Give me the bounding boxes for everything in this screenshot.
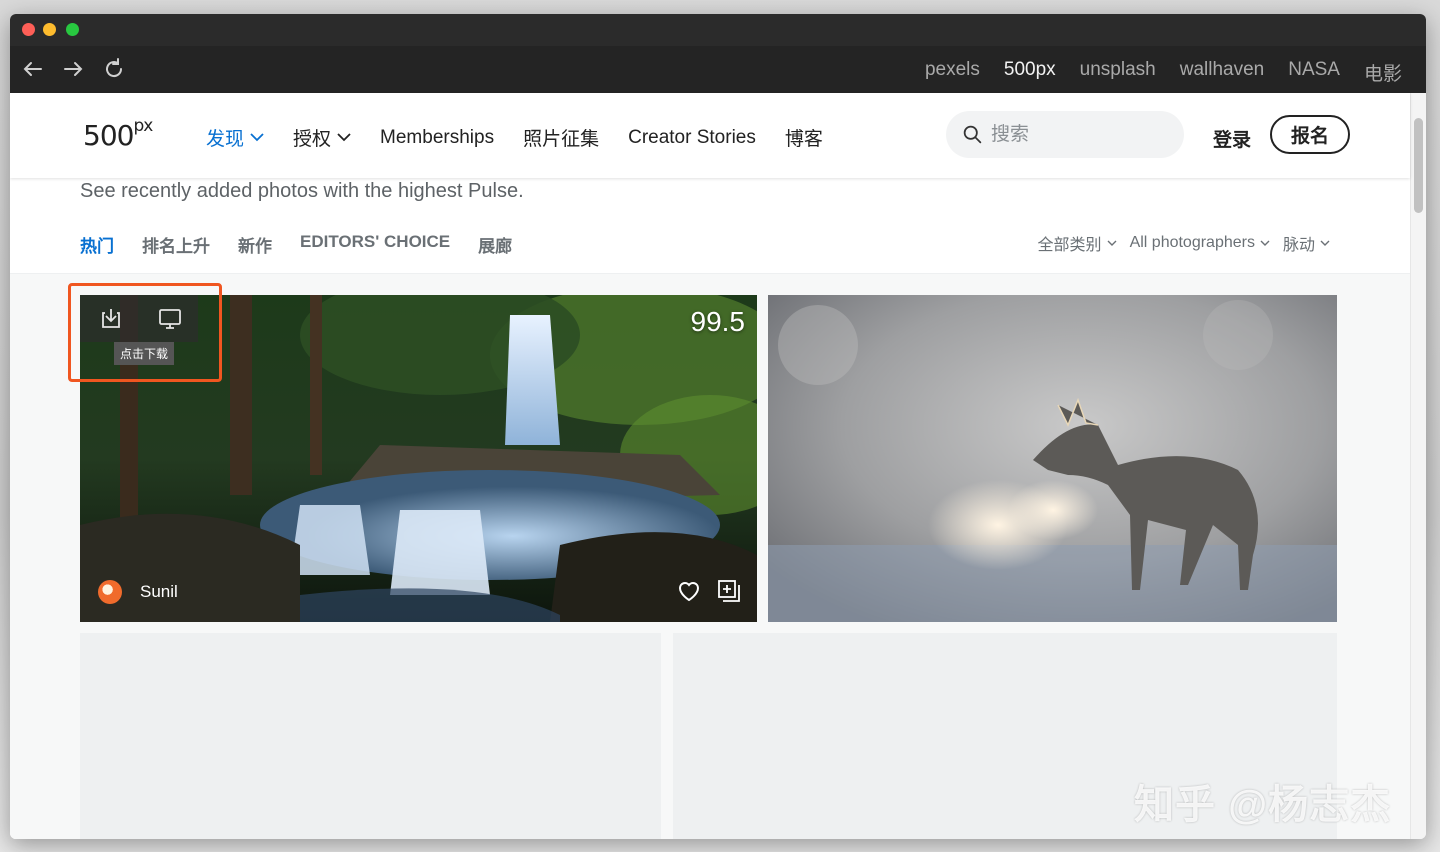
tab-fresh[interactable]: 新作	[238, 232, 272, 277]
pulse-score: 99.5	[690, 306, 746, 337]
title-bar	[10, 14, 1426, 46]
sort-filter-label: 脉动	[1282, 237, 1315, 254]
nav-licensing[interactable]: 授权	[293, 124, 351, 151]
login-link[interactable]: 登录	[1213, 125, 1251, 152]
nav-blog[interactable]: 博客	[785, 124, 823, 151]
nav-discover-label: 发现	[206, 129, 245, 150]
photographer-filter-label: All photographers	[1129, 234, 1255, 251]
back-arrow-icon[interactable]	[21, 57, 45, 81]
category-filter[interactable]: 全部类别	[1038, 231, 1117, 255]
nav-photo-quests[interactable]: 照片征集	[523, 124, 599, 151]
logo-text: 500	[83, 119, 134, 152]
main-nav: 发现 授权 Memberships 照片征集 Creator Stories 博…	[206, 124, 852, 151]
annotation-highlight-box	[68, 283, 222, 382]
chevron-down-icon	[337, 133, 351, 142]
divider	[10, 273, 1410, 274]
page-scrollbar[interactable]	[1410, 93, 1426, 839]
photo-author[interactable]: Sunil	[98, 580, 178, 604]
chevron-down-icon	[1260, 240, 1270, 246]
forward-arrow-icon[interactable]	[61, 57, 85, 81]
bookmark-500px[interactable]: 500px	[1004, 59, 1056, 86]
site-header: 500px 发现 授权 Memberships 照片征集 Creator Sto…	[10, 93, 1410, 178]
site-logo[interactable]: 500px	[83, 115, 153, 152]
nav-licensing-label: 授权	[293, 129, 332, 150]
close-window-button[interactable]	[22, 23, 35, 36]
author-name: Sunil	[140, 582, 178, 601]
chevron-down-icon	[1107, 240, 1117, 246]
reload-icon[interactable]	[102, 57, 126, 81]
nav-memberships[interactable]: Memberships	[380, 127, 494, 149]
photo-placeholder	[80, 633, 661, 839]
avatar[interactable]	[98, 580, 122, 604]
tab-popular[interactable]: 热门	[80, 232, 114, 277]
photo-card-deer[interactable]	[768, 295, 1337, 622]
deer-photo	[768, 295, 1337, 622]
nav-discover[interactable]: 发现	[206, 124, 264, 151]
search-box[interactable]	[946, 111, 1184, 158]
page-subtitle: See recently added photos with the highe…	[80, 180, 524, 202]
watermark: 知乎 @杨志杰	[1134, 783, 1392, 827]
signup-button[interactable]: 报名	[1270, 115, 1350, 154]
search-icon	[963, 125, 982, 144]
bookmark-wallhaven[interactable]: wallhaven	[1180, 59, 1265, 86]
tab-galleries[interactable]: 展廊	[478, 232, 512, 277]
browser-window: pexels 500px unsplash wallhaven NASA 电影 …	[10, 14, 1426, 839]
bookmark-pexels[interactable]: pexels	[925, 59, 980, 86]
photo-actions	[676, 578, 742, 604]
maximize-window-button[interactable]	[66, 23, 79, 36]
tab-editors-choice[interactable]: EDITORS' CHOICE	[300, 232, 450, 277]
browser-toolbar: pexels 500px unsplash wallhaven NASA 电影	[10, 46, 1426, 93]
minimize-window-button[interactable]	[43, 23, 56, 36]
heart-icon[interactable]	[676, 578, 702, 604]
sort-filter[interactable]: 脉动	[1283, 231, 1330, 255]
nav-creator-stories[interactable]: Creator Stories	[628, 127, 756, 149]
search-input[interactable]	[991, 123, 1161, 146]
photographer-filter[interactable]: All photographers	[1130, 231, 1270, 255]
chevron-down-icon	[1320, 240, 1330, 246]
main-content: See recently added photos with the highe…	[10, 178, 1410, 839]
logo-suffix: px	[133, 115, 153, 136]
add-to-gallery-icon[interactable]	[716, 578, 742, 604]
feed-filters: 全部类别 All photographers 脉动	[1038, 231, 1330, 255]
bookmark-unsplash[interactable]: unsplash	[1080, 59, 1156, 86]
bookmark-bar: pexels 500px unsplash wallhaven NASA 电影	[925, 59, 1402, 86]
category-filter-label: 全部类别	[1037, 237, 1102, 254]
chevron-down-icon	[250, 133, 264, 142]
tab-upcoming[interactable]: 排名上升	[142, 232, 210, 277]
feed-tabs: 热门 排名上升 新作 EDITORS' CHOICE 展廊	[80, 232, 540, 277]
bookmark-nasa[interactable]: NASA	[1288, 59, 1340, 86]
scrollbar-thumb[interactable]	[1414, 118, 1423, 213]
bookmark-movies[interactable]: 电影	[1364, 59, 1402, 86]
